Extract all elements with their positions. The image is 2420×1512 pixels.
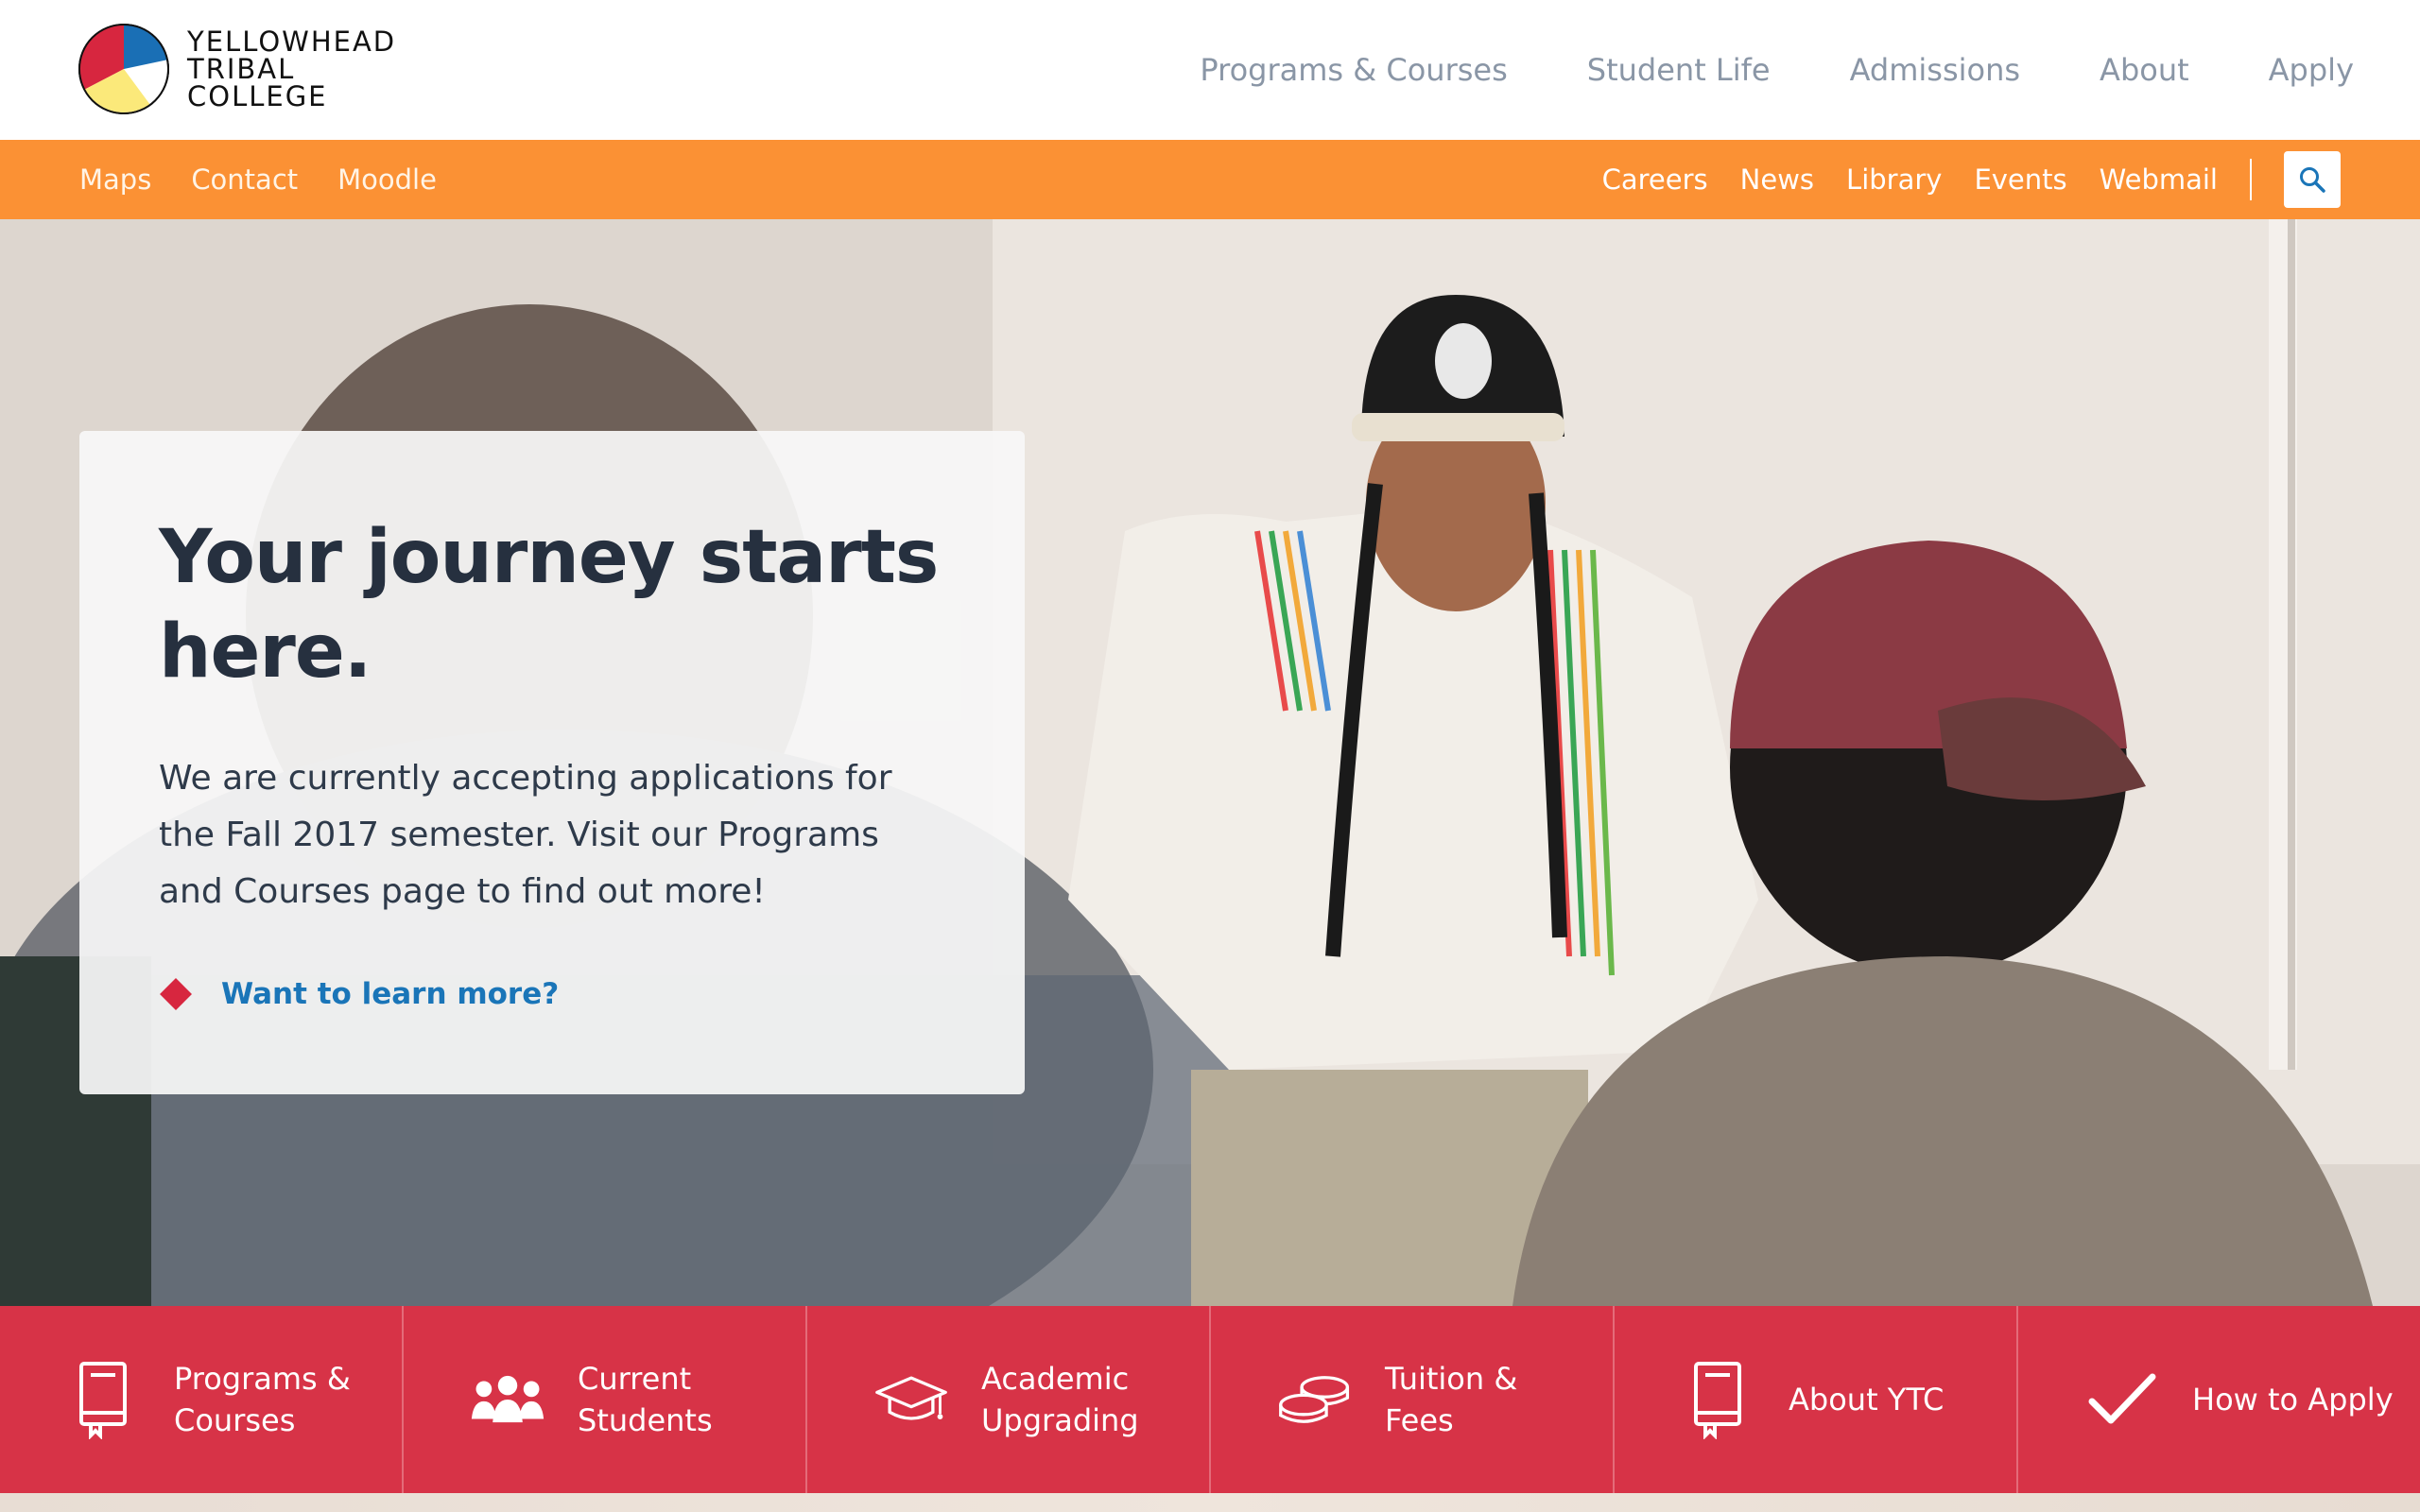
quick-link-tuition-fees[interactable]: Tuition & Fees: [1211, 1306, 1615, 1493]
quick-link-how-to-apply[interactable]: How to Apply: [2018, 1306, 2420, 1493]
util-link-maps[interactable]: Maps: [79, 163, 151, 196]
quick-link-programs-courses[interactable]: Programs & Courses: [0, 1306, 404, 1493]
quick-link-label: Academic Upgrading: [981, 1361, 1139, 1438]
util-link-events[interactable]: Events: [1974, 163, 2066, 196]
util-link-webmail[interactable]: Webmail: [2100, 163, 2218, 196]
logo-line-2: TRIBAL: [187, 52, 296, 85]
util-link-library[interactable]: Library: [1846, 163, 1942, 196]
site-logo[interactable]: YELLOWHEAD TRIBAL COLLEGE: [78, 23, 396, 115]
quick-link-academic-upgrading[interactable]: Academic Upgrading: [807, 1306, 1211, 1493]
checkmark-icon: [2088, 1373, 2156, 1424]
quick-link-label: How to Apply: [2192, 1382, 2394, 1418]
util-link-moodle[interactable]: Moodle: [337, 163, 437, 196]
nav-student-life[interactable]: Student Life: [1587, 52, 1771, 88]
util-link-news[interactable]: News: [1740, 163, 1814, 196]
hero-section: Your journey starts here. We are current…: [0, 219, 2420, 1306]
logo-line-1: YELLOWHEAD: [187, 25, 397, 58]
book-icon: [1694, 1362, 1741, 1439]
utility-divider: [2250, 159, 2252, 200]
site-header: YELLOWHEAD TRIBAL COLLEGE Programs & Cou…: [0, 0, 2420, 140]
quick-link-about-ytc[interactable]: About YTC: [1615, 1306, 2018, 1493]
college-logo-icon: [78, 23, 170, 115]
main-nav: Programs & Courses Student Life Admissio…: [1120, 0, 2354, 140]
book-icon: [79, 1362, 127, 1439]
hero-body: We are currently accepting applications …: [159, 759, 892, 911]
next-section-peek: [0, 1493, 2420, 1512]
nav-programs-courses[interactable]: Programs & Courses: [1200, 52, 1507, 88]
search-icon: [2300, 167, 2325, 193]
utility-links-left: Maps Contact Moodle: [79, 140, 476, 219]
diamond-bullet-icon: [160, 978, 192, 1010]
coins-icon: [1279, 1376, 1350, 1423]
quick-link-label: Programs & Courses: [174, 1361, 351, 1438]
util-link-contact[interactable]: Contact: [191, 163, 298, 196]
nav-apply[interactable]: Apply: [2269, 52, 2354, 88]
quick-link-label: Current Students: [578, 1361, 713, 1438]
nav-admissions[interactable]: Admissions: [1850, 52, 2020, 88]
people-icon: [471, 1375, 544, 1423]
logo-wordmark: YELLOWHEAD TRIBAL COLLEGE: [187, 25, 397, 112]
quick-links-bar: Programs & Courses Current Students Acad…: [0, 1306, 2420, 1493]
utility-bar: Maps Contact Moodle Careers News Library…: [0, 140, 2420, 219]
quick-link-label: Tuition & Fees: [1385, 1361, 1518, 1438]
util-link-careers[interactable]: Careers: [1602, 163, 1708, 196]
search-button[interactable]: [2284, 151, 2341, 208]
learn-more-label: Want to learn more?: [221, 977, 560, 1011]
learn-more-link[interactable]: Want to learn more?: [159, 977, 559, 1011]
quick-link-label: About YTC: [1789, 1382, 1945, 1418]
hero-title: Your journey starts here.: [159, 515, 939, 695]
nav-about[interactable]: About: [2100, 52, 2189, 88]
utility-links-right: Careers News Library Events Webmail: [1570, 140, 2341, 219]
graduation-cap-icon: [875, 1376, 947, 1420]
hero-card: Your journey starts here. We are current…: [79, 431, 1025, 1094]
quick-link-current-students[interactable]: Current Students: [404, 1306, 807, 1493]
logo-line-3: COLLEGE: [187, 79, 328, 112]
